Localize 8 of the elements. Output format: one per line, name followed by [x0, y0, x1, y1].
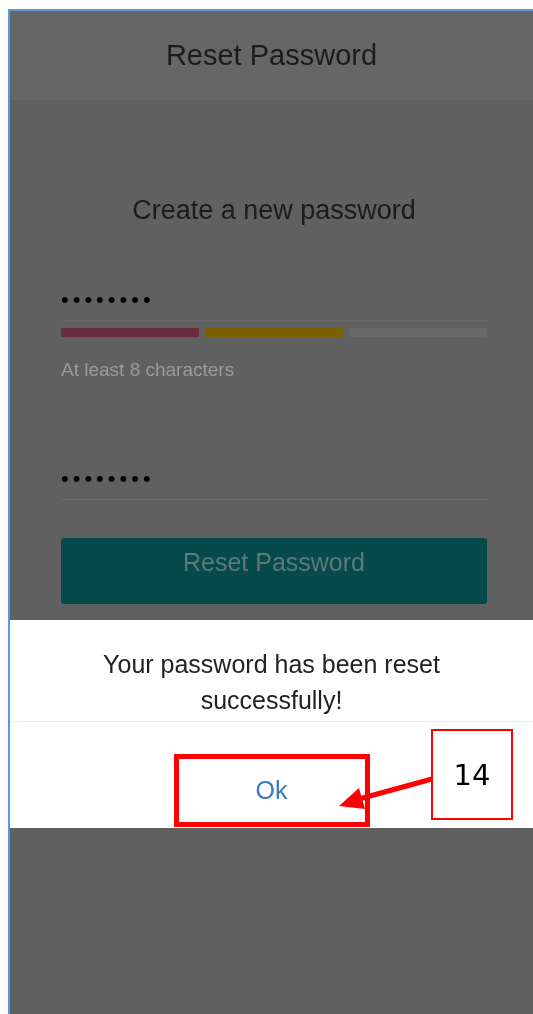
reset-password-button[interactable]: Reset Password [61, 538, 487, 604]
form-heading: Create a new password [132, 195, 416, 226]
hint-text: At least 8 characters [61, 359, 236, 381]
screen-title: Reset Password [165, 39, 378, 72]
dialog-message: Your password has been reset successfully! [10, 620, 533, 722]
confirm-password-field[interactable]: •••••••• [61, 459, 487, 500]
callout-number: 14 [431, 729, 513, 820]
password-field[interactable]: •••••••• [61, 280, 487, 321]
